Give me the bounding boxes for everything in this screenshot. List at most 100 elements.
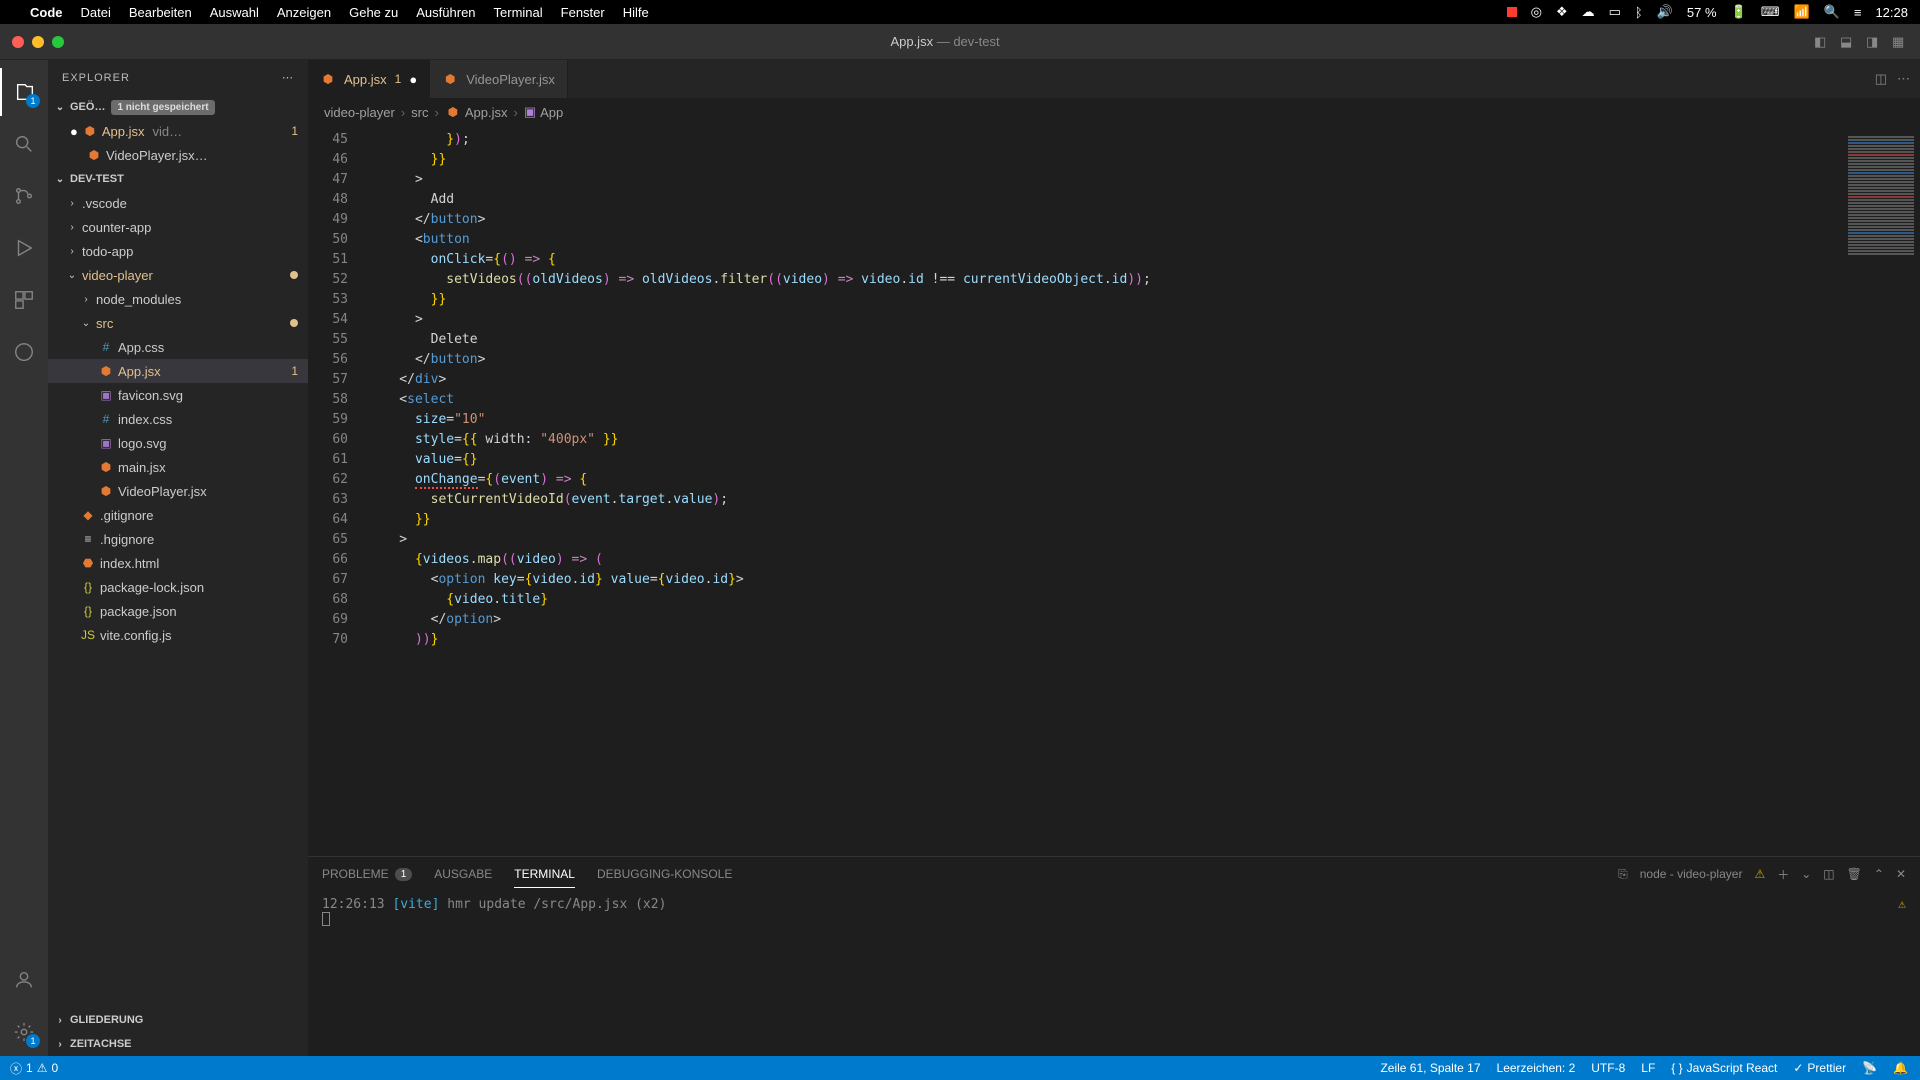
- dirty-indicator-icon[interactable]: ●: [409, 72, 417, 87]
- terminal-warning-icon[interactable]: ⚠: [1754, 867, 1765, 881]
- file-app-jsx[interactable]: ⬢App.jsx1: [48, 359, 308, 383]
- extensions-icon[interactable]: [0, 276, 48, 324]
- terminal-dropdown-icon[interactable]: ⌄: [1801, 867, 1811, 881]
- clock[interactable]: 12:28: [1875, 5, 1908, 20]
- close-panel-icon[interactable]: ✕: [1896, 867, 1906, 881]
- file-app-css[interactable]: #App.css: [48, 335, 308, 359]
- volume-icon[interactable]: 🔊: [1657, 4, 1673, 20]
- terminal-name[interactable]: node - video-player: [1640, 867, 1743, 881]
- settings-gear-icon[interactable]: 1: [0, 1008, 48, 1056]
- status-cursor[interactable]: Zeile 61, Spalte 17: [1380, 1061, 1480, 1075]
- problems-tab[interactable]: PROBLEME 1: [322, 861, 412, 887]
- battery-text[interactable]: 57 %: [1687, 5, 1717, 20]
- file-logo[interactable]: ▣logo.svg: [48, 431, 308, 455]
- file-package-json[interactable]: {}package.json: [48, 599, 308, 623]
- output-tab[interactable]: AUSGABE: [434, 861, 492, 887]
- source-control-icon[interactable]: [0, 172, 48, 220]
- terminal-output[interactable]: 12:26:13 [vite] hmr update /src/App.jsx …: [308, 891, 1920, 1056]
- layout-icon[interactable]: ▦: [1892, 34, 1908, 50]
- tab-app-jsx[interactable]: ⬢ App.jsx 1 ●: [308, 60, 430, 98]
- svg-file-icon: ▣: [98, 388, 114, 402]
- panel-left-icon[interactable]: ◧: [1814, 34, 1830, 50]
- jsx-file-icon: ⬢: [445, 105, 461, 119]
- panel-bottom-icon[interactable]: ⬓: [1840, 34, 1856, 50]
- menu-edit[interactable]: Bearbeiten: [129, 5, 192, 20]
- status-lang[interactable]: { }JavaScript React: [1671, 1061, 1777, 1075]
- accounts-icon[interactable]: [0, 956, 48, 1004]
- explorer-icon[interactable]: 1: [0, 68, 48, 116]
- run-debug-icon[interactable]: [0, 224, 48, 272]
- wifi-icon[interactable]: 📶: [1793, 4, 1809, 20]
- menu-help[interactable]: Hilfe: [623, 5, 649, 20]
- status-encoding[interactable]: UTF-8: [1591, 1061, 1625, 1075]
- open-editors-header[interactable]: ⌄ GEÖ… 1 nicht gespeichert: [48, 95, 308, 119]
- file-vite-config[interactable]: JSvite.config.js: [48, 623, 308, 647]
- menu-app[interactable]: Code: [30, 5, 63, 20]
- bluetooth-icon[interactable]: ᛒ: [1635, 5, 1643, 20]
- menu-run[interactable]: Ausführen: [416, 5, 475, 20]
- kill-terminal-icon[interactable]: 🗑: [1847, 867, 1862, 881]
- status-indent[interactable]: Leerzeichen: 2: [1497, 1061, 1576, 1075]
- folder-video-player[interactable]: ⌄video-player: [48, 263, 308, 287]
- folder-vscode[interactable]: ›.vscode: [48, 191, 308, 215]
- timeline-header[interactable]: ›ZEITACHSE: [48, 1032, 308, 1056]
- status-indicator-icon[interactable]: [1507, 7, 1517, 17]
- menu-window[interactable]: Fenster: [561, 5, 605, 20]
- status-prettier[interactable]: ✓Prettier: [1793, 1061, 1846, 1075]
- more-tabs-icon[interactable]: ⋯: [1897, 71, 1910, 87]
- keyboard-icon[interactable]: ⌨: [1761, 4, 1780, 20]
- search-icon[interactable]: 🔍: [1824, 4, 1840, 20]
- menu-terminal[interactable]: Terminal: [494, 5, 543, 20]
- close-window-button[interactable]: [12, 36, 24, 48]
- zoom-window-button[interactable]: [52, 36, 64, 48]
- menu-view[interactable]: Anzeigen: [277, 5, 331, 20]
- outline-header[interactable]: ›GLIEDERUNG: [48, 1008, 308, 1032]
- terminal-body-warning-icon[interactable]: ⚠: [1898, 897, 1906, 912]
- debug-console-tab[interactable]: DEBUGGING-KONSOLE: [597, 861, 732, 887]
- file-main-jsx[interactable]: ⬢main.jsx: [48, 455, 308, 479]
- file-hgignore[interactable]: ≡.hgignore: [48, 527, 308, 551]
- panel-right-icon[interactable]: ◨: [1866, 34, 1882, 50]
- search-activity-icon[interactable]: [0, 120, 48, 168]
- menu-selection[interactable]: Auswahl: [210, 5, 259, 20]
- terminal-command-icon[interactable]: ⎘: [1618, 867, 1628, 882]
- file-gitignore[interactable]: ◆.gitignore: [48, 503, 308, 527]
- terminal-tab[interactable]: TERMINAL: [514, 861, 575, 888]
- tab-videoplayer-jsx[interactable]: ⬢ VideoPlayer.jsx: [430, 60, 568, 98]
- screen-share-icon[interactable]: ◎: [1531, 4, 1542, 20]
- split-editor-icon[interactable]: ◫: [1875, 71, 1887, 87]
- status-feedback-icon[interactable]: 📡: [1862, 1061, 1877, 1075]
- folder-node-modules[interactable]: ›node_modules: [48, 287, 308, 311]
- file-index-css[interactable]: #index.css: [48, 407, 308, 431]
- file-index-html[interactable]: ⬣index.html: [48, 551, 308, 575]
- folder-counter-app[interactable]: ›counter-app: [48, 215, 308, 239]
- line-numbers: 4546474849505152535455565758596061626364…: [308, 126, 368, 856]
- display-icon[interactable]: ▭: [1609, 4, 1621, 20]
- menu-go[interactable]: Gehe zu: [349, 5, 398, 20]
- code-editor[interactable]: }); }} > Add </button> <button onClick={…: [368, 126, 1840, 856]
- new-terminal-icon[interactable]: ＋: [1777, 866, 1789, 883]
- status-errors[interactable]: ⓧ1 ⚠0: [10, 1060, 58, 1077]
- remote-icon[interactable]: [0, 328, 48, 376]
- status-bell-icon[interactable]: 🔔: [1893, 1061, 1908, 1075]
- menu-file[interactable]: Datei: [81, 5, 111, 20]
- control-center-icon[interactable]: ≡: [1854, 5, 1862, 20]
- maximize-panel-icon[interactable]: ⌃: [1874, 867, 1884, 881]
- file-videoplayer-jsx[interactable]: ⬢VideoPlayer.jsx: [48, 479, 308, 503]
- explorer-more-icon[interactable]: ⋯: [282, 71, 294, 84]
- file-package-lock[interactable]: {}package-lock.json: [48, 575, 308, 599]
- cloud-icon[interactable]: ☁: [1582, 4, 1595, 20]
- minimize-window-button[interactable]: [32, 36, 44, 48]
- project-header[interactable]: ⌄ DEV-TEST: [48, 167, 308, 191]
- open-editor-item[interactable]: ● ⬢ App.jsx vid… 1: [48, 119, 308, 143]
- dropbox-icon[interactable]: ❖: [1556, 4, 1568, 20]
- split-terminal-icon[interactable]: ◫: [1823, 867, 1834, 881]
- folder-todo-app[interactable]: ›todo-app: [48, 239, 308, 263]
- battery-icon[interactable]: 🔋: [1731, 4, 1747, 20]
- file-favicon[interactable]: ▣favicon.svg: [48, 383, 308, 407]
- open-editor-item[interactable]: ⬢ VideoPlayer.jsx…: [48, 143, 308, 167]
- breadcrumbs[interactable]: video-player› src› ⬢App.jsx› ▣App: [308, 98, 1920, 126]
- status-eol[interactable]: LF: [1641, 1061, 1655, 1075]
- minimap[interactable]: [1840, 126, 1920, 856]
- folder-src[interactable]: ⌄src: [48, 311, 308, 335]
